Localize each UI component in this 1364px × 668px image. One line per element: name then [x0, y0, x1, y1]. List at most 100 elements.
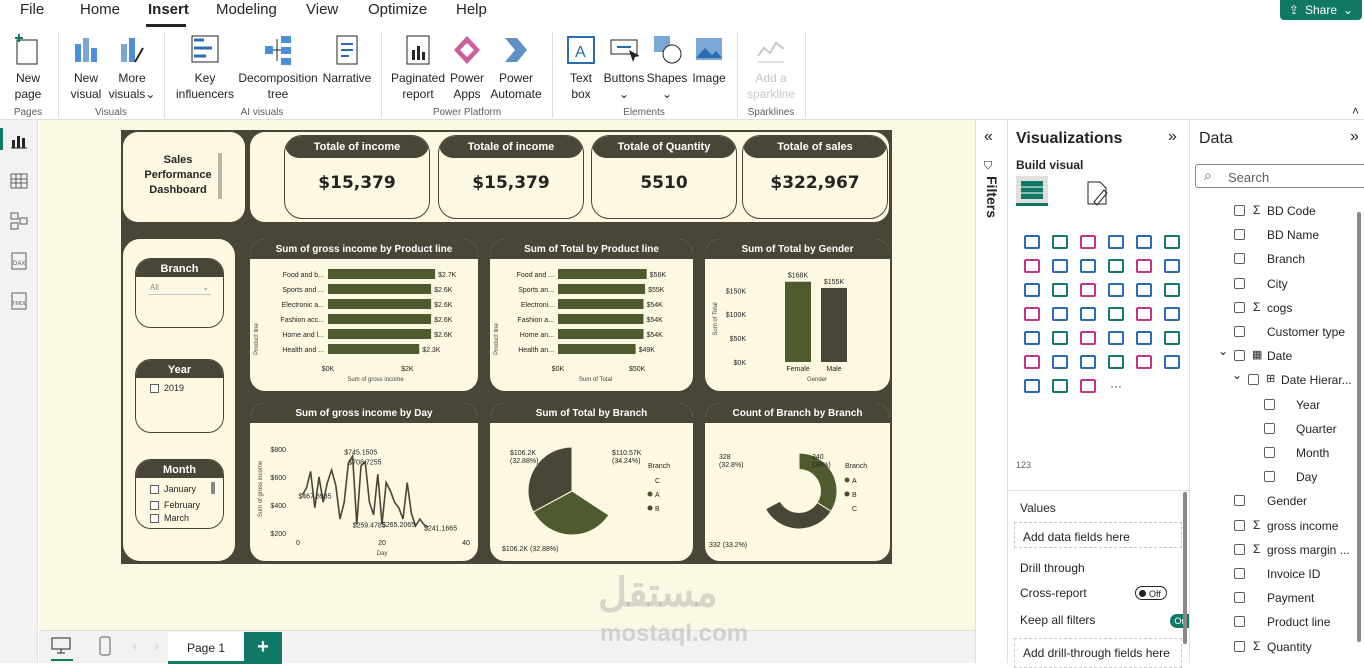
text-box-button[interactable]: A Text box: [562, 34, 600, 102]
visual-type-icon[interactable]: [1102, 278, 1130, 302]
visual-type-icon[interactable]: [1074, 278, 1102, 302]
visual-type-icon[interactable]: [1046, 350, 1074, 374]
field-checkbox[interactable]: [1234, 543, 1245, 555]
chevron-down-icon[interactable]: ⌄: [1232, 368, 1242, 382]
branch-dropdown[interactable]: All ⌄: [148, 283, 211, 295]
visual-type-icon[interactable]: [1018, 254, 1046, 278]
expand-right-icon[interactable]: »: [1350, 128, 1359, 146]
visual-type-icon[interactable]: [1046, 326, 1074, 350]
data-search-input[interactable]: ⌕ Search: [1195, 164, 1364, 188]
kpi-card[interactable]: Totale of sales $322,967: [742, 135, 888, 219]
visual-type-icon[interactable]: [1018, 326, 1046, 350]
field-checkbox[interactable]: [1234, 495, 1245, 507]
power-automate-button[interactable]: Power Automate: [488, 34, 544, 102]
menu-help[interactable]: Help: [456, 1, 487, 18]
prev-page-icon[interactable]: ‹: [133, 639, 137, 653]
menu-modeling[interactable]: Modeling: [216, 1, 277, 18]
filters-label[interactable]: Filters: [984, 176, 1000, 232]
collapse-ribbon-icon[interactable]: ˄: [1352, 104, 1359, 118]
visual-type-icon[interactable]: [1130, 254, 1158, 278]
visual-type-icon[interactable]: [1074, 350, 1102, 374]
field-checkbox[interactable]: [1234, 350, 1245, 362]
key-influencers-button[interactable]: Key influencers: [172, 34, 238, 102]
year-option[interactable]: 2019: [150, 380, 223, 396]
visual-type-icon[interactable]: [1130, 230, 1158, 254]
menu-insert[interactable]: Insert: [148, 1, 189, 18]
visual-type-icon[interactable]: [1074, 302, 1102, 326]
field-checkbox[interactable]: [1234, 568, 1245, 579]
visual-type-icon[interactable]: [1158, 230, 1186, 254]
visual-type-icon[interactable]: [1074, 230, 1102, 254]
visual-type-icon[interactable]: [1074, 326, 1102, 350]
power-apps-button[interactable]: Power Apps: [448, 34, 486, 102]
year-slicer[interactable]: Year 2019: [135, 359, 224, 433]
filters-pane-collapsed[interactable]: « ⛉ Filters: [975, 120, 1006, 663]
image-button[interactable]: Image: [690, 34, 728, 86]
field-checkbox[interactable]: [1234, 205, 1245, 216]
add-page-button[interactable]: +: [244, 632, 282, 664]
field-checkbox[interactable]: [1264, 471, 1275, 483]
checkbox[interactable]: [150, 513, 159, 523]
visual-type-icon[interactable]: [1046, 374, 1074, 398]
chart-card[interactable]: Sum of gross income by Product line Produ…: [249, 238, 479, 392]
visual-type-icon[interactable]: [1158, 278, 1186, 302]
branch-slicer[interactable]: Branch All ⌄: [135, 258, 224, 328]
kpi-card[interactable]: Totale of income $15,379: [284, 135, 430, 219]
next-page-icon[interactable]: ›: [155, 639, 159, 653]
add-sparkline-button[interactable]: Add a sparkline: [744, 34, 798, 102]
kpi-card[interactable]: Totale of Quantity 5510: [591, 135, 737, 219]
visual-type-icon[interactable]: [1074, 254, 1102, 278]
field-checkbox[interactable]: [1234, 253, 1245, 265]
visual-type-icon[interactable]: [1018, 230, 1046, 254]
visual-type-icon[interactable]: [1074, 374, 1102, 398]
visual-type-icon[interactable]: [1102, 230, 1130, 254]
month-slicer[interactable]: Month January February March: [135, 459, 224, 529]
visual-type-icon[interactable]: [1018, 302, 1046, 326]
build-visual-tab[interactable]: [1016, 176, 1048, 206]
paginated-report-button[interactable]: Paginated report: [390, 34, 446, 102]
visual-type-icon[interactable]: [1158, 350, 1186, 374]
field-checkbox[interactable]: [1264, 398, 1275, 410]
field-checkbox[interactable]: [1234, 277, 1245, 289]
buttons-button[interactable]: Buttons ⌄: [602, 34, 646, 102]
field-checkbox[interactable]: [1234, 640, 1245, 652]
menu-optimize[interactable]: Optimize: [368, 1, 427, 18]
more-visuals-icon[interactable]: ···: [1102, 374, 1130, 398]
visual-type-icon[interactable]: [1102, 350, 1130, 374]
visual-type-icon[interactable]: [1158, 326, 1186, 350]
field-checkbox[interactable]: [1234, 592, 1245, 604]
visual-type-icon[interactable]: [1130, 350, 1158, 374]
kpi-card[interactable]: Totale of income $15,379: [438, 135, 584, 219]
visual-type-icon[interactable]: [1046, 278, 1074, 302]
drill-drop-zone[interactable]: Add drill-through fields here: [1014, 638, 1182, 668]
field-checkbox[interactable]: [1234, 301, 1245, 313]
field-checkbox[interactable]: [1234, 229, 1245, 241]
visual-type-icon[interactable]: [1130, 302, 1158, 326]
page-tab[interactable]: Page 1: [168, 632, 244, 664]
visual-type-icon[interactable]: [1046, 230, 1074, 254]
chart-card[interactable]: Sum of Total by Gender Sum of Total $0K $50…: [704, 238, 891, 392]
tmdl-view-icon[interactable]: TMDL: [10, 292, 28, 310]
checkbox[interactable]: [150, 484, 159, 494]
chart-card[interactable]: Sum of Total by Product line Product line…: [489, 238, 694, 392]
visual-type-icon[interactable]: [1158, 254, 1186, 278]
field-checkbox[interactable]: [1234, 326, 1245, 337]
chart-card[interactable]: Sum of gross income by Day Sum of gross i…: [249, 402, 479, 562]
chevron-down-icon[interactable]: ⌄: [1218, 344, 1228, 358]
expand-right-icon[interactable]: »: [1168, 128, 1177, 146]
narrative-button[interactable]: Narrative: [322, 34, 372, 86]
share-button[interactable]: ⇪ Share ⌄: [1280, 0, 1362, 20]
more-visuals-button[interactable]: More visuals⌄: [108, 34, 156, 102]
table-view-icon[interactable]: [10, 172, 28, 190]
visual-type-icon[interactable]: [1158, 302, 1186, 326]
mobile-layout-icon[interactable]: [99, 636, 111, 656]
report-view-icon[interactable]: [10, 132, 28, 150]
month-option[interactable]: March: [150, 513, 223, 523]
visual-type-icon[interactable]: [1018, 374, 1046, 398]
visual-type-icon[interactable]: [1102, 326, 1130, 350]
visual-type-icon[interactable]: [1130, 326, 1158, 350]
field-checkbox[interactable]: [1248, 374, 1259, 386]
chart-card[interactable]: Count of Branch by Branch 340 (34%) 332 (33…: [704, 402, 891, 562]
decomposition-tree-button[interactable]: Decomposition tree: [237, 34, 319, 102]
field-checkbox[interactable]: [1234, 519, 1245, 531]
